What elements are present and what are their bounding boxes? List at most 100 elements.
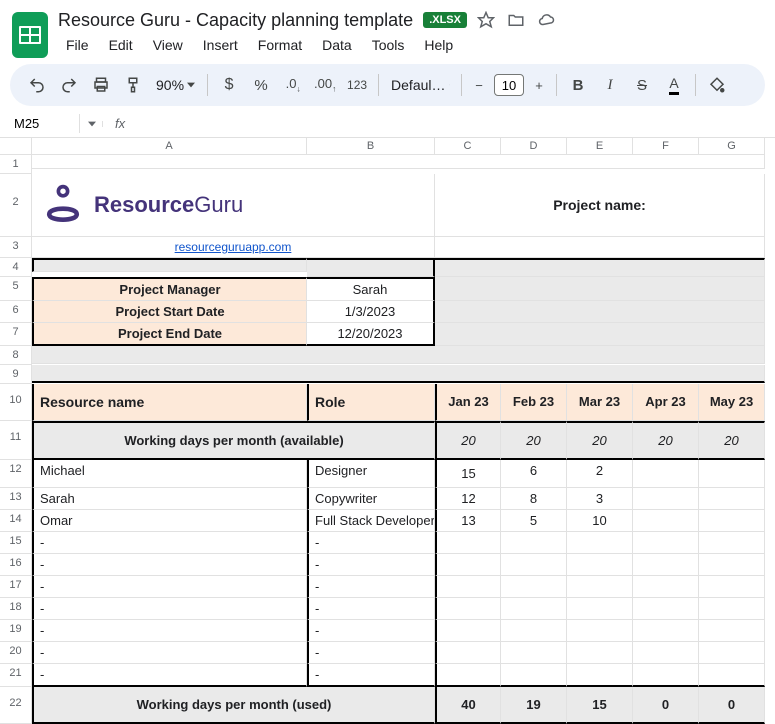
used-value[interactable]: 0 — [699, 687, 765, 724]
sheets-logo-icon[interactable] — [12, 12, 48, 58]
person-role[interactable]: Full Stack Developer — [307, 510, 435, 532]
cell[interactable] — [435, 532, 501, 554]
decrease-decimal-button[interactable]: .0↓ — [278, 70, 308, 100]
row-header[interactable]: 19 — [0, 620, 32, 642]
menu-edit[interactable]: Edit — [101, 33, 141, 57]
person-name[interactable]: Omar — [32, 510, 307, 532]
cell[interactable] — [633, 532, 699, 554]
cell[interactable] — [307, 258, 435, 277]
available-value[interactable]: 20 — [567, 421, 633, 460]
empty-role[interactable]: - — [307, 620, 435, 642]
used-value[interactable]: 19 — [501, 687, 567, 724]
menu-format[interactable]: Format — [250, 33, 310, 57]
col-header-g[interactable]: G — [699, 138, 765, 155]
cell[interactable] — [699, 532, 765, 554]
cell[interactable] — [501, 642, 567, 664]
spreadsheet-grid[interactable]: A B C D E F G 1 2 ResourceGuru Project n… — [0, 138, 775, 724]
pm-value[interactable]: Sarah — [307, 277, 435, 301]
row-header[interactable]: 10 — [0, 384, 32, 421]
days-cell[interactable] — [633, 510, 699, 532]
col-header-d[interactable]: D — [501, 138, 567, 155]
more-formats-button[interactable]: 123 — [342, 70, 372, 100]
days-cell[interactable] — [633, 488, 699, 510]
role-header[interactable]: Role — [307, 384, 435, 421]
row-header[interactable]: 15 — [0, 532, 32, 554]
month-header[interactable]: May 23 — [699, 384, 765, 421]
brand-logo-cell[interactable]: ResourceGuru — [32, 174, 435, 237]
cell[interactable] — [32, 258, 307, 272]
row-header[interactable]: 5 — [0, 277, 32, 301]
empty-name[interactable]: - — [32, 532, 307, 554]
redo-button[interactable] — [54, 70, 84, 100]
strikethrough-button[interactable]: S — [627, 70, 657, 100]
font-size-increase[interactable]: + — [528, 70, 550, 100]
row-header[interactable]: 20 — [0, 642, 32, 664]
row-header[interactable]: 2 — [0, 174, 32, 237]
col-header-f[interactable]: F — [633, 138, 699, 155]
cell[interactable] — [501, 554, 567, 576]
col-header-a[interactable]: A — [32, 138, 307, 155]
available-value[interactable]: 20 — [501, 421, 567, 460]
cell[interactable] — [699, 598, 765, 620]
cell[interactable] — [567, 576, 633, 598]
start-label[interactable]: Project Start Date — [32, 301, 307, 323]
row-header[interactable]: 22 — [0, 687, 32, 724]
currency-button[interactable]: $ — [214, 70, 244, 100]
formula-input[interactable] — [137, 114, 775, 133]
cell[interactable] — [435, 301, 765, 323]
menu-view[interactable]: View — [145, 33, 191, 57]
cell[interactable] — [501, 532, 567, 554]
cloud-status-icon[interactable] — [537, 11, 555, 29]
row-header[interactable]: 16 — [0, 554, 32, 576]
empty-name[interactable]: - — [32, 642, 307, 664]
person-name[interactable]: Michael — [32, 460, 307, 488]
cell[interactable] — [633, 664, 699, 687]
empty-name[interactable]: - — [32, 576, 307, 598]
days-cell[interactable]: 2 — [567, 460, 633, 488]
row-header[interactable]: 21 — [0, 664, 32, 687]
month-header[interactable]: Jan 23 — [435, 384, 501, 421]
menu-file[interactable]: File — [58, 33, 97, 57]
pm-label[interactable]: Project Manager — [32, 277, 307, 301]
start-value[interactable]: 1/3/2023 — [307, 301, 435, 323]
month-header[interactable]: Apr 23 — [633, 384, 699, 421]
days-cell[interactable]: 12 — [435, 488, 501, 510]
bold-button[interactable]: B — [563, 70, 593, 100]
zoom-select[interactable]: 90% — [150, 77, 201, 93]
col-header-c[interactable]: C — [435, 138, 501, 155]
days-cell[interactable]: 15 — [435, 460, 501, 488]
empty-role[interactable]: - — [307, 554, 435, 576]
empty-name[interactable]: - — [32, 598, 307, 620]
cell[interactable] — [435, 576, 501, 598]
col-header-b[interactable]: B — [307, 138, 435, 155]
cell[interactable] — [32, 365, 765, 383]
days-cell[interactable] — [699, 510, 765, 532]
cell[interactable] — [435, 620, 501, 642]
cell[interactable] — [699, 620, 765, 642]
name-box-dropdown[interactable] — [88, 121, 103, 127]
month-header[interactable]: Mar 23 — [567, 384, 633, 421]
days-cell[interactable] — [633, 460, 699, 488]
cell[interactable] — [32, 155, 765, 169]
cell[interactable] — [32, 346, 765, 364]
project-name-label[interactable]: Project name: — [435, 174, 765, 237]
row-header[interactable]: 9 — [0, 365, 32, 384]
cell[interactable] — [567, 598, 633, 620]
days-cell[interactable] — [699, 460, 765, 488]
empty-name[interactable]: - — [32, 554, 307, 576]
end-value[interactable]: 12/20/2023 — [307, 323, 435, 346]
brand-link[interactable]: resourceguruapp.com — [32, 237, 435, 258]
row-header[interactable]: 14 — [0, 510, 32, 532]
col-header-e[interactable]: E — [567, 138, 633, 155]
cell[interactable] — [633, 620, 699, 642]
person-role[interactable]: Designer — [307, 460, 435, 488]
row-header[interactable]: 11 — [0, 421, 32, 460]
row-header[interactable]: 7 — [0, 323, 32, 346]
cell[interactable] — [435, 277, 765, 301]
available-value[interactable]: 20 — [435, 421, 501, 460]
used-label[interactable]: Working days per month (used) — [32, 687, 435, 724]
empty-role[interactable]: - — [307, 598, 435, 620]
cell[interactable] — [435, 323, 765, 346]
menu-help[interactable]: Help — [416, 33, 461, 57]
row-header[interactable]: 6 — [0, 301, 32, 323]
